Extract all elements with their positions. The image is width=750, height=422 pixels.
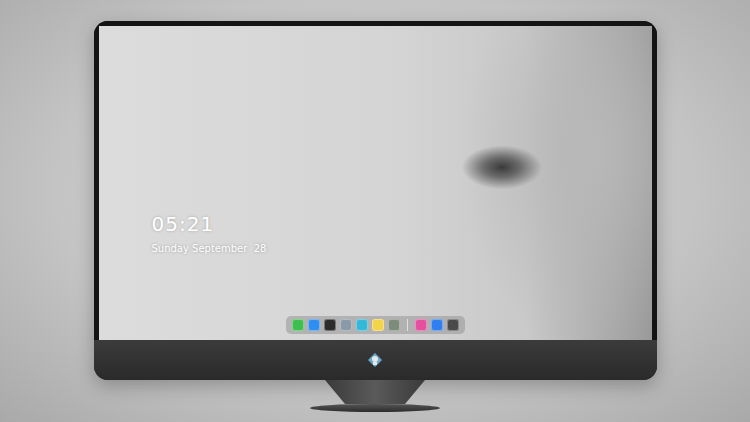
app-icon[interactable] [447,319,459,331]
dock-separator [407,319,408,331]
monitor-chin [94,340,657,380]
app-icon[interactable] [431,319,443,331]
wallpaper-photo [402,26,652,340]
app-icon[interactable] [292,319,304,331]
app-icon[interactable] [415,319,427,331]
app-icon[interactable] [356,319,368,331]
app-icon[interactable] [340,319,352,331]
page: 05:21 Sunday September 28 [0,0,750,422]
app-icon[interactable] [308,319,320,331]
app-icon[interactable] [388,319,400,331]
bezel: 05:21 Sunday September 28 [94,21,657,340]
dock [286,316,465,334]
desktop: 05:21 Sunday September 28 [99,26,652,340]
stand-base [310,404,440,412]
stand-neck [325,380,425,404]
clock-date: Sunday September 28 [152,242,652,256]
clock-time: 05:21 [152,212,652,236]
monitor: 05:21 Sunday September 28 [94,21,657,380]
dock-group [292,319,400,331]
app-icon[interactable] [324,319,336,331]
logo-icon [367,352,383,368]
app-icon[interactable] [372,319,384,331]
desktop-content: 05:21 Sunday September 28 [99,26,652,340]
dock-group [415,319,459,331]
